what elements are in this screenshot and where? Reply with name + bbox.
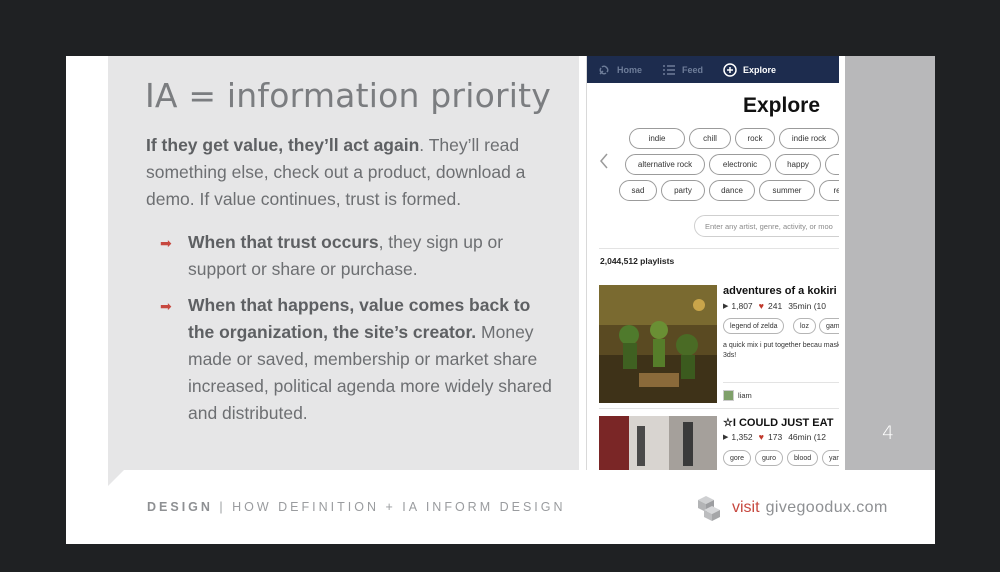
playlist-thumbnail[interactable] <box>599 285 717 403</box>
divider <box>723 382 839 383</box>
compass-icon <box>723 62 737 77</box>
genre-tag[interactable]: rock <box>735 128 775 149</box>
footer-caption: DESIGN | HOW DEFINITION + IA INFORM DESI… <box>147 500 566 514</box>
footer-site-link[interactable]: givegoodux.com <box>766 499 888 517</box>
playlist-stats: ▶ 1,352 ♥ 173 46min (12 <box>723 432 826 442</box>
footer-subtitle: | HOW DEFINITION + IA INFORM DESIGN <box>212 500 566 514</box>
duration: 46min (12 <box>788 432 827 442</box>
genre-tag[interactable]: re <box>819 180 839 201</box>
play-icon: ▶ <box>723 434 729 441</box>
heart-icon[interactable]: ♥ <box>759 432 764 442</box>
intro-paragraph: If they get value, they’ll act again. Th… <box>146 132 556 213</box>
genre-tag[interactable] <box>825 154 839 175</box>
author-name: liam <box>738 391 752 400</box>
nav-feed-label: Feed <box>682 64 704 75</box>
genre-tag[interactable]: indie <box>629 128 685 149</box>
panel-notch <box>108 470 124 486</box>
nav-feed[interactable]: Feed <box>662 63 703 77</box>
bullet-bold: When that trust occurs <box>188 232 379 252</box>
link-icon <box>599 64 609 75</box>
playlist-tag[interactable]: guro <box>755 450 784 466</box>
playlist-tag[interactable]: blood <box>787 450 819 466</box>
playlist-tag[interactable]: yan <box>822 450 839 466</box>
chevron-left-icon[interactable] <box>599 153 609 169</box>
nav-home[interactable]: Home <box>597 63 642 77</box>
genre-tag[interactable]: electronic <box>709 154 771 175</box>
playlist-tag[interactable]: gam <box>819 318 839 334</box>
genre-tag[interactable]: alternative rock <box>625 154 705 175</box>
divider <box>599 248 839 249</box>
genre-tag[interactable]: sad <box>619 180 657 201</box>
nav-explore-label: Explore <box>743 64 777 75</box>
bullet-item: ➡ When that trust occurs, they sign up o… <box>160 229 560 283</box>
genre-tag[interactable]: happy <box>775 154 821 175</box>
arrow-right-icon: ➡ <box>160 235 172 251</box>
genre-tag[interactable]: summer <box>759 180 815 201</box>
slide: IA = information priority If they get va… <box>66 56 935 544</box>
playlist-title[interactable]: adventures of a kokiri <box>723 285 837 297</box>
playlist-stats: ▶ 1,807 ♥ 241 35min (10 <box>723 301 826 311</box>
app-nav-bar: Home Feed Explore <box>587 56 839 83</box>
intro-bold: If they get value, they’ll act again <box>146 135 420 155</box>
cube-logo-icon <box>698 496 720 521</box>
playlist-tag[interactable]: legend of zelda <box>723 318 785 334</box>
arrow-right-icon: ➡ <box>160 298 172 314</box>
genre-tag[interactable]: chill <box>689 128 731 149</box>
slide-title: IA = information priority <box>145 76 551 115</box>
playlist-tag[interactable]: loz <box>793 318 816 334</box>
playlist-count: 2,044,512 playlists <box>600 256 675 266</box>
footer-visit: visit <box>732 499 760 516</box>
explore-heading: Explore <box>743 94 821 117</box>
nav-explore[interactable]: Explore <box>723 62 777 77</box>
playlist-tag[interactable]: gore <box>723 450 752 466</box>
avatar <box>723 390 734 401</box>
playlist-author[interactable]: liam <box>723 390 752 401</box>
bullet-list: ➡ When that trust occurs, they sign up o… <box>160 229 560 436</box>
explore-search-input[interactable]: Enter any artist, genre, activity, or mo… <box>694 215 839 237</box>
explore-screenshot: Home Feed Explore Explore indie chill ro… <box>586 56 839 470</box>
playlist-title[interactable]: ☆I COULD JUST EAT <box>723 416 834 429</box>
play-count: 1,807 <box>731 301 753 311</box>
play-count: 1,352 <box>731 432 753 442</box>
genre-tag[interactable]: indie rock <box>779 128 839 149</box>
footer-brand: visit givegoodux.com <box>696 493 888 523</box>
playlist-thumbnail[interactable] <box>599 416 717 470</box>
divider <box>599 408 839 409</box>
list-icon <box>663 64 676 75</box>
genre-tag[interactable]: dance <box>709 180 755 201</box>
side-bar <box>845 56 935 470</box>
bullet-item: ➡ When that happens, value comes back to… <box>160 292 560 427</box>
heart-icon[interactable]: ♥ <box>759 301 764 311</box>
nav-home-label: Home <box>617 64 643 75</box>
genre-tag[interactable]: party <box>661 180 705 201</box>
duration: 35min (10 <box>788 301 827 311</box>
footer-section: DESIGN <box>147 500 213 514</box>
like-count: 241 <box>768 301 783 311</box>
like-count: 173 <box>768 432 783 442</box>
play-icon: ▶ <box>723 303 729 310</box>
slide-number: 4 <box>882 422 895 444</box>
playlist-description: a quick mix i put together becau mask 3d… <box>723 342 839 359</box>
